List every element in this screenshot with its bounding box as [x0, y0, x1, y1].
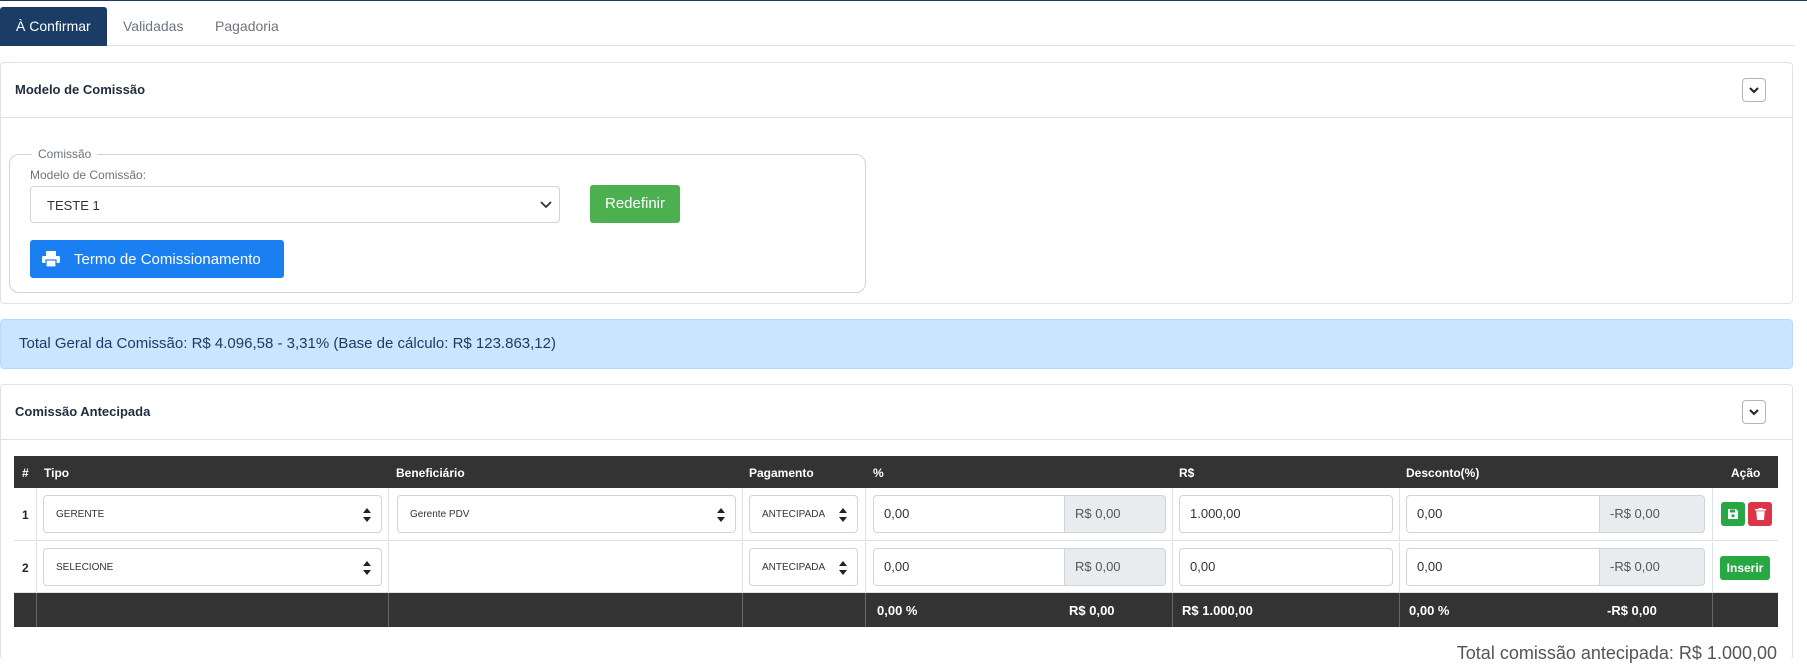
col-tipo: Tipo: [44, 466, 70, 480]
col-percent: %: [873, 466, 884, 480]
delete-button[interactable]: [1748, 502, 1772, 526]
desconto-total: 0,00 %: [1409, 603, 1450, 618]
rs-total: R$ 1.000,00: [1182, 603, 1253, 618]
total-geral-alert: Total Geral da Comissão: R$ 4.096,58 - 3…: [0, 319, 1793, 369]
cell-divider: [1172, 488, 1173, 541]
fieldset-legend: Comissão: [38, 147, 92, 161]
up-down-arrows-icon: [363, 508, 371, 522]
table-row: 2 SELECIONE ANTECIPADA 0,00 R$ 0,00 0,00…: [14, 542, 1778, 593]
inserir-button[interactable]: Inserir: [1720, 556, 1770, 580]
desconto-rs-addon: -R$ 0,00: [1599, 548, 1705, 586]
desconto-rs-total: -R$ 0,00: [1607, 603, 1657, 618]
total-antecipada: Total comissão antecipada: R$ 1.000,00: [1456, 643, 1777, 663]
printer-icon: [42, 251, 60, 267]
cell-divider: [36, 593, 37, 627]
cell-divider: [1399, 593, 1400, 627]
col-desconto: Desconto(%): [1406, 466, 1480, 480]
cell-divider: [865, 593, 866, 627]
antecipada-header: Comissão Antecipada: [1, 385, 1792, 440]
percent-total: 0,00 %: [877, 603, 918, 618]
cell-divider: [388, 542, 389, 593]
cell-divider: [36, 488, 37, 541]
cell-divider: [742, 542, 743, 593]
cell-divider: [742, 593, 743, 627]
modelo-select-value: TESTE 1: [47, 198, 100, 213]
percent-rs-total: R$ 0,00: [1069, 603, 1115, 618]
table-row: 1 GERENTE Gerente PDV ANTECIPADA 0,00 R$…: [14, 488, 1778, 541]
rs-input[interactable]: 1.000,00: [1179, 495, 1393, 533]
tab-validadas[interactable]: Validadas: [123, 7, 183, 46]
cell-divider: [1399, 488, 1400, 541]
modelo-select-label: Modelo de Comissão:: [30, 168, 147, 182]
pagamento-value: ANTECIPADA: [762, 509, 826, 520]
chevron-down-icon: [540, 201, 552, 209]
percent-rs-addon: R$ 0,00: [1064, 548, 1166, 586]
cell-divider: [1712, 488, 1713, 541]
beneficiario-value: Gerente PDV: [410, 509, 470, 520]
tab-pagadoria[interactable]: Pagadoria: [215, 7, 279, 46]
top-border: [0, 0, 1807, 1]
rs-input[interactable]: 0,00: [1179, 548, 1393, 586]
pagamento-select[interactable]: ANTECIPADA: [749, 548, 858, 586]
trash-icon: [1754, 508, 1766, 520]
chevron-down-icon: [1749, 87, 1759, 94]
collapse-button[interactable]: [1742, 400, 1766, 424]
cell-divider: [1712, 593, 1713, 627]
col-acao: Ação: [1731, 466, 1761, 480]
pagamento-value: ANTECIPADA: [762, 562, 826, 573]
desconto-input[interactable]: 0,00: [1406, 548, 1600, 586]
desconto-rs-addon: -R$ 0,00: [1599, 495, 1705, 533]
tipo-select[interactable]: SELECIONE: [43, 548, 382, 586]
cell-divider: [1399, 542, 1400, 593]
cell-divider: [388, 488, 389, 541]
col-pagamento: Pagamento: [749, 466, 814, 480]
beneficiario-select[interactable]: Gerente PDV: [397, 495, 736, 533]
up-down-arrows-icon: [839, 508, 847, 522]
modelo-select[interactable]: TESTE 1: [30, 186, 560, 223]
up-down-arrows-icon: [717, 508, 725, 522]
tipo-value: GERENTE: [56, 509, 105, 520]
redefinir-button[interactable]: Redefinir: [590, 185, 680, 223]
cell-divider: [742, 488, 743, 541]
col-num: #: [22, 466, 29, 480]
tipo-value: SELECIONE: [56, 562, 114, 573]
termo-label: Termo de Comissionamento: [74, 250, 261, 268]
up-down-arrows-icon: [363, 561, 371, 575]
chevron-down-icon: [1749, 409, 1759, 416]
collapse-button[interactable]: [1742, 78, 1766, 102]
save-button[interactable]: [1721, 502, 1745, 526]
percent-input[interactable]: 0,00: [873, 495, 1065, 533]
cell-divider: [1172, 593, 1173, 627]
percent-rs-addon: R$ 0,00: [1064, 495, 1166, 533]
termo-comissionamento-button[interactable]: Termo de Comissionamento: [30, 240, 284, 278]
cell-divider: [865, 542, 866, 593]
desconto-input[interactable]: 0,00: [1406, 495, 1600, 533]
status-tabs: À Confirmar Validadas Pagadoria: [0, 7, 1795, 46]
row-number: 1: [22, 508, 29, 522]
table-header: # Tipo Beneficiário Pagamento % R$ Desco…: [14, 456, 1778, 488]
up-down-arrows-icon: [839, 561, 847, 575]
cell-divider: [865, 488, 866, 541]
pagamento-select[interactable]: ANTECIPADA: [749, 495, 858, 533]
modelo-comissao-card: Modelo de Comissão Comissão Modelo de Co…: [0, 62, 1793, 304]
percent-input[interactable]: 0,00: [873, 548, 1065, 586]
card-title: Modelo de Comissão: [15, 82, 146, 97]
cell-divider: [388, 593, 389, 627]
col-rs: R$: [1179, 466, 1195, 480]
table-footer: 0,00 % R$ 0,00 R$ 1.000,00 0,00 % -R$ 0,…: [14, 593, 1778, 627]
cell-divider: [36, 542, 37, 593]
tab-a-confirmar[interactable]: À Confirmar: [0, 7, 107, 46]
cell-divider: [1712, 542, 1713, 593]
col-beneficiario: Beneficiário: [396, 466, 465, 480]
card-title: Comissão Antecipada: [15, 404, 151, 419]
cell-divider: [1172, 542, 1173, 593]
floppy-disk-icon: [1728, 509, 1738, 519]
modelo-comissao-header: Modelo de Comissão: [1, 63, 1792, 118]
tipo-select[interactable]: GERENTE: [43, 495, 382, 533]
row-number: 2: [22, 561, 29, 575]
